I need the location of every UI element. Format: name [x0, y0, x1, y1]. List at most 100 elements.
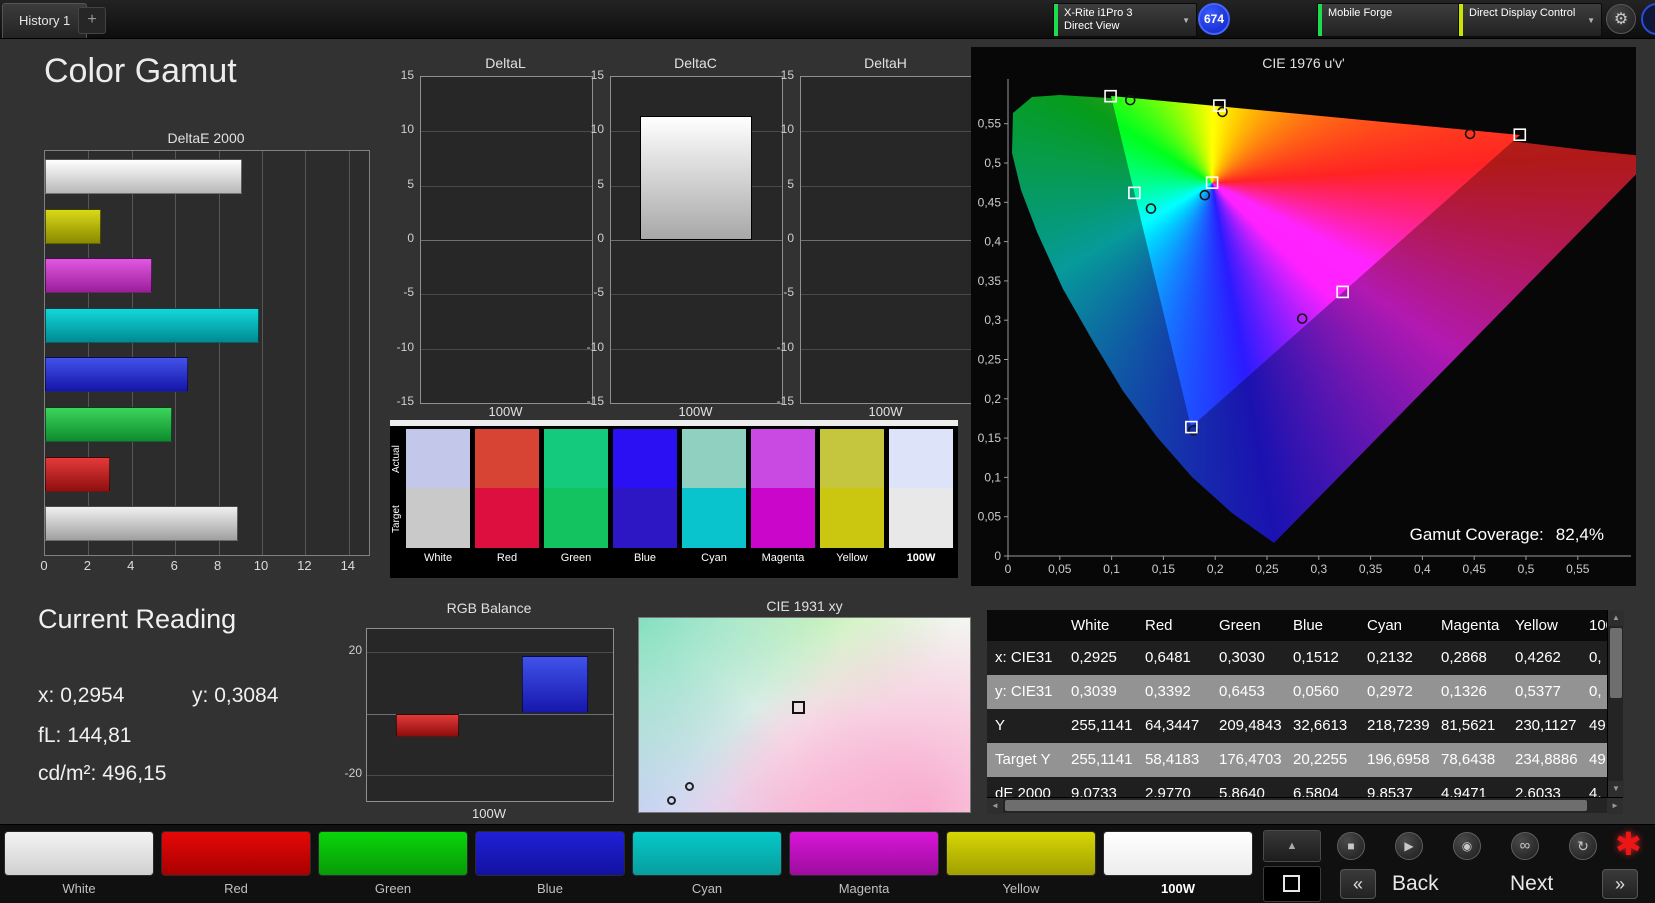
- pattern-window-button[interactable]: [1263, 866, 1321, 902]
- swatch-actual-white: [406, 429, 470, 488]
- patch-button-cyan[interactable]: [632, 831, 782, 876]
- scroll-up-button[interactable]: ▲: [1608, 610, 1624, 626]
- scroll-down-button[interactable]: ▼: [1608, 781, 1624, 797]
- rgb-bar-blue: [522, 655, 588, 714]
- deltae-xtick-label: 0: [40, 558, 48, 573]
- mini-gridline: [801, 240, 972, 241]
- back-chevron-button[interactable]: «: [1340, 869, 1376, 899]
- cie1976-tick-label: 0,25: [1255, 562, 1279, 576]
- source-dropdown[interactable]: Mobile Forge ▼: [1317, 3, 1471, 37]
- mini-xlabel: 100W: [678, 404, 713, 419]
- table-cell: 0,1326: [1441, 683, 1487, 700]
- cie1931-panel: [638, 617, 971, 813]
- cie1976-target-marker: [1336, 285, 1349, 299]
- swatch-label-100w: 100W: [906, 552, 936, 564]
- cie1976-target-marker: [1128, 186, 1141, 200]
- display-control-dropdown[interactable]: Direct Display Control ▼: [1458, 3, 1602, 37]
- cie1976-target-marker: [1205, 176, 1219, 189]
- next-chevron-button[interactable]: »: [1602, 869, 1638, 899]
- next-button[interactable]: Next: [1510, 869, 1553, 899]
- mini-chart-title: DeltaH: [864, 55, 907, 71]
- patch-label-blue: Blue: [536, 881, 564, 896]
- scroll-right-button[interactable]: ►: [1607, 798, 1623, 814]
- source-status-bar: [1318, 4, 1322, 36]
- mini-ytick-label: 15: [590, 68, 604, 82]
- patch-label-cyan: Cyan: [691, 881, 723, 896]
- scroll-left-button[interactable]: ◄: [987, 798, 1003, 814]
- patch-button-green[interactable]: [318, 831, 468, 876]
- status-circle-icon[interactable]: [1641, 3, 1655, 35]
- cie1976-tick-label: 0,25: [978, 353, 1002, 367]
- table-cell: 9,0733: [1071, 785, 1117, 797]
- table-cell: 49: [1589, 717, 1606, 734]
- cdm2-label: cd/m²:: [38, 762, 97, 785]
- patch-button-red[interactable]: [161, 831, 311, 876]
- patch-button-100w[interactable]: [1103, 831, 1253, 876]
- refresh-button[interactable]: ↻: [1569, 832, 1597, 860]
- meter-name: X-Rite i1Pro 3: [1064, 7, 1133, 19]
- patch-label-red: Red: [224, 881, 248, 896]
- vertical-scroll-thumb[interactable]: [1610, 628, 1622, 698]
- mini-ytick-label: -5: [403, 285, 414, 300]
- swatch-actual-magenta: [751, 429, 815, 488]
- cie1976-measurement-marker: [1145, 203, 1157, 214]
- patch-list-up-button[interactable]: ▲: [1263, 830, 1321, 862]
- mini-ytick-label: -10: [586, 339, 604, 354]
- page-title: Color Gamut: [44, 52, 237, 90]
- table-vertical-scrollbar[interactable]: ▲ ▼: [1607, 610, 1624, 797]
- mini-gridline: [801, 131, 972, 133]
- record-button[interactable]: ◉: [1453, 832, 1481, 860]
- display-dropdown-text: Direct Display Control: [1469, 7, 1576, 19]
- horizontal-scroll-thumb[interactable]: [1005, 800, 1587, 811]
- meter-dropdown[interactable]: X-Rite i1Pro 3 Direct View ▼: [1053, 3, 1197, 37]
- deltae-gridline: [218, 151, 220, 555]
- table-cell: 0,: [1589, 683, 1602, 700]
- rgb-bar-red: [396, 713, 459, 737]
- deltae-bar-cyan: [45, 307, 259, 343]
- mini-gridline: [421, 294, 592, 296]
- patch-button-yellow[interactable]: [946, 831, 1096, 876]
- deltae-bar-yellow: [45, 208, 102, 244]
- bottom-bar: White Red Green Blue Cyan Magenta Yellow 100W ▲…: [0, 824, 1655, 903]
- table-cell: 0,2132: [1367, 649, 1413, 666]
- table-cell: 0,6453: [1219, 683, 1265, 700]
- back-button[interactable]: Back: [1392, 869, 1439, 899]
- swatch-target-green: [544, 488, 608, 548]
- table-horizontal-scrollbar[interactable]: ◄ ►: [987, 797, 1623, 814]
- mini-ytick-label: 10: [400, 122, 414, 137]
- continuous-button[interactable]: ∞: [1511, 832, 1539, 860]
- measurement-count-badge: 674: [1198, 3, 1230, 35]
- add-tab-button[interactable]: +: [78, 7, 106, 34]
- cie1931-title: CIE 1931 xy: [766, 598, 843, 614]
- history-tab[interactable]: History 1: [2, 3, 88, 38]
- current-reading-y: y: 0,3084: [192, 684, 278, 708]
- table-cell: 20,2255: [1293, 751, 1348, 768]
- play-button[interactable]: ▶: [1395, 832, 1423, 860]
- cie1976-measurement-marker: [1296, 313, 1308, 324]
- cie1976-tick-label: 0,55: [978, 117, 1002, 131]
- deltae-gridline: [348, 151, 350, 555]
- deltae2000-chart: DeltaE 2000 0 2 4 6 8 10 12 14: [40, 130, 374, 590]
- mini-ytick-label: 15: [780, 68, 794, 82]
- patch-label-100w: 100W: [1161, 881, 1195, 896]
- cie1931-target-marker: [792, 701, 805, 714]
- patch-button-white[interactable]: [4, 831, 154, 876]
- patch-button-blue[interactable]: [475, 831, 625, 876]
- mini-chart-frame: [420, 76, 593, 404]
- cie1976-tick-label: 0,35: [978, 274, 1002, 288]
- cie1976-tick-label: 0,15: [1152, 562, 1176, 576]
- deltae-xtick-label: 8: [213, 558, 222, 573]
- gear-icon[interactable]: ⚙: [1606, 4, 1636, 34]
- table-cell: 32,6613: [1293, 717, 1348, 734]
- table-cell: 0,5377: [1515, 683, 1561, 700]
- table-cell: 234,8886: [1515, 751, 1578, 768]
- stop-button[interactable]: ■: [1337, 832, 1365, 860]
- table-column-header: Yellow: [1515, 617, 1558, 634]
- cie1976-tick-label: 0,15: [978, 431, 1002, 445]
- table-column-header: Magenta: [1441, 617, 1500, 634]
- rgb-gridline: [367, 775, 613, 776]
- mini-gridline: [801, 185, 972, 187]
- meter-mode: Direct View: [1064, 20, 1120, 32]
- patch-button-magenta[interactable]: [789, 831, 939, 876]
- mini-ytick-label: -5: [593, 285, 604, 300]
